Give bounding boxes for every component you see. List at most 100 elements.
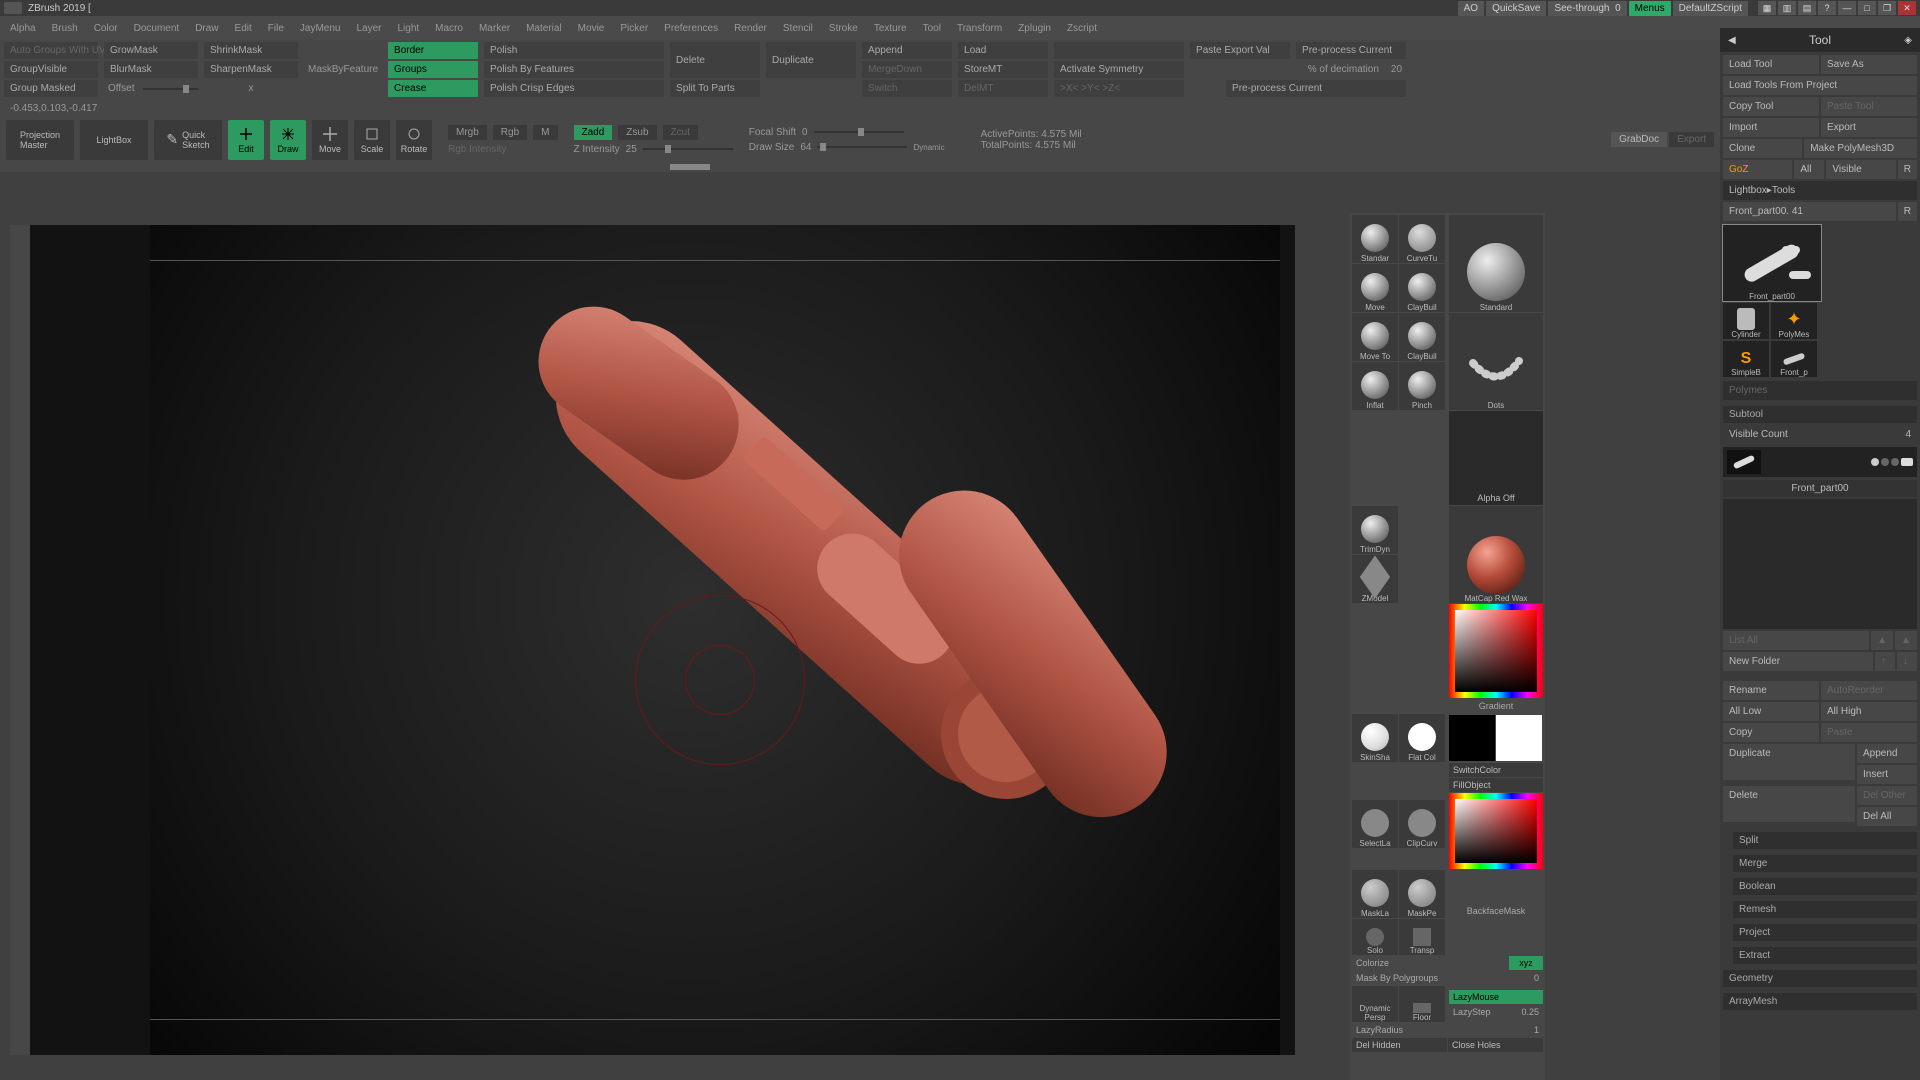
colorize-button[interactable]: Colorize bbox=[1352, 956, 1508, 970]
pastetool-button[interactable]: Paste Tool bbox=[1821, 97, 1917, 116]
project-section[interactable]: Project bbox=[1733, 924, 1917, 941]
growmask-button[interactable]: GrowMask bbox=[104, 42, 198, 59]
grabdoc-button[interactable]: GrabDoc bbox=[1611, 132, 1667, 147]
polish-button[interactable]: Polish bbox=[484, 42, 664, 59]
closeholes-button[interactable]: Close Holes bbox=[1448, 1038, 1543, 1052]
insert-button[interactable]: Insert bbox=[1857, 765, 1917, 784]
extract-section[interactable]: Extract bbox=[1733, 947, 1917, 964]
dynamic-button[interactable]: DynamicPersp bbox=[1352, 986, 1398, 1022]
sharpenmask-button[interactable]: SharpenMask bbox=[204, 61, 298, 78]
layout-icon[interactable]: ▦ bbox=[1758, 1, 1776, 15]
layout3-icon[interactable]: ▤ bbox=[1798, 1, 1816, 15]
brush-maskpen[interactable]: MaskPe bbox=[1399, 870, 1445, 918]
menu-brush[interactable]: Brush bbox=[52, 23, 78, 34]
menu-marker[interactable]: Marker bbox=[479, 23, 510, 34]
sym-xyz[interactable]: >X< >Y< >Z< bbox=[1054, 80, 1184, 97]
eye-icon[interactable] bbox=[1901, 458, 1913, 466]
m-button[interactable]: M bbox=[533, 125, 557, 140]
rgb-button[interactable]: Rgb bbox=[493, 125, 527, 140]
solo-button[interactable]: Solo bbox=[1352, 919, 1398, 955]
paintbrush-icon[interactable] bbox=[1871, 458, 1879, 466]
transp-button[interactable]: Transp bbox=[1399, 919, 1445, 955]
delete-button[interactable]: Delete bbox=[670, 42, 760, 78]
menu-preferences[interactable]: Preferences bbox=[664, 23, 718, 34]
menu-edit[interactable]: Edit bbox=[235, 23, 252, 34]
lazymouse-button[interactable]: LazyMouse bbox=[1449, 990, 1543, 1004]
zsub-button[interactable]: Zsub bbox=[618, 125, 656, 140]
mrgb-button[interactable]: Mrgb bbox=[448, 125, 487, 140]
xyz-button[interactable]: xyz bbox=[1509, 956, 1543, 970]
brush-claybuildup[interactable]: ClayBuil bbox=[1399, 264, 1445, 312]
tool-thumb-simplebrush[interactable]: SSimpleB bbox=[1723, 341, 1769, 377]
brush-move[interactable]: Move bbox=[1352, 264, 1398, 312]
newfolder-button[interactable]: New Folder bbox=[1723, 652, 1873, 671]
preprocess2-button[interactable]: Pre-process Current bbox=[1226, 80, 1406, 97]
load-button[interactable]: Load bbox=[958, 42, 1048, 59]
brush-standard[interactable]: Standar bbox=[1352, 215, 1398, 263]
goz-all-button[interactable]: All bbox=[1794, 160, 1824, 179]
gradient-button[interactable]: Gradient bbox=[1449, 699, 1543, 713]
menu-light[interactable]: Light bbox=[397, 23, 419, 34]
append-sub-button[interactable]: Append bbox=[1857, 744, 1917, 763]
viewport[interactable] bbox=[150, 225, 1280, 1055]
fillobject-button[interactable]: FillObject bbox=[1449, 778, 1543, 792]
boolean-section[interactable]: Boolean bbox=[1733, 878, 1917, 895]
splittoparts-button[interactable]: Split To Parts bbox=[670, 80, 760, 97]
restore-icon[interactable]: ❐ bbox=[1878, 1, 1896, 15]
maximize-icon[interactable]: □ bbox=[1858, 1, 1876, 15]
menu-render[interactable]: Render bbox=[734, 23, 767, 34]
menu-tool[interactable]: Tool bbox=[923, 23, 941, 34]
mat-flatcolor[interactable]: Flat Col bbox=[1399, 714, 1445, 762]
vis2-icon[interactable] bbox=[1891, 458, 1899, 466]
makepolymesh-button[interactable]: Make PolyMesh3D bbox=[1804, 139, 1917, 158]
import-button[interactable]: Import bbox=[1723, 118, 1819, 137]
menu-layer[interactable]: Layer bbox=[356, 23, 381, 34]
menu-macro[interactable]: Macro bbox=[435, 23, 463, 34]
border-button[interactable]: Border bbox=[388, 42, 478, 59]
activatesymmetry-button[interactable]: Activate Symmetry bbox=[1054, 61, 1184, 78]
polishbyfeatures-button[interactable]: Polish By Features bbox=[484, 61, 664, 78]
brush-curvetube[interactable]: CurveTu bbox=[1399, 215, 1445, 263]
groups-button[interactable]: Groups bbox=[388, 61, 478, 78]
brush-inflat[interactable]: Inflat bbox=[1352, 362, 1398, 410]
goz-r-button[interactable]: R bbox=[1898, 160, 1917, 179]
export-doc-button[interactable]: Export bbox=[1669, 132, 1714, 147]
color-picker-secondary[interactable] bbox=[1449, 793, 1543, 869]
clone-button[interactable]: Clone bbox=[1723, 139, 1802, 158]
close-icon[interactable]: ✕ bbox=[1898, 1, 1916, 15]
toolname-field[interactable]: Front_part00. 41 bbox=[1723, 202, 1896, 221]
move-mode-button[interactable]: Move bbox=[312, 120, 348, 160]
drawsize-slider[interactable] bbox=[817, 146, 907, 148]
tool-thumb-cylinder[interactable]: Cylinder bbox=[1723, 303, 1769, 339]
split-section[interactable]: Split bbox=[1733, 832, 1917, 849]
scale-mode-button[interactable]: Scale bbox=[354, 120, 390, 160]
layout2-icon[interactable]: ▥ bbox=[1778, 1, 1796, 15]
arrow-down-icon[interactable]: ↓ bbox=[1897, 652, 1917, 671]
brush-claybuildup2[interactable]: ClayBuil bbox=[1399, 313, 1445, 361]
brush-movetopo[interactable]: Move To bbox=[1352, 313, 1398, 361]
delmt-button[interactable]: DelMT bbox=[958, 80, 1048, 97]
current-brush[interactable]: Standard bbox=[1449, 215, 1543, 312]
goz-button[interactable]: GoZ bbox=[1723, 160, 1792, 179]
zcut-button[interactable]: Zcut bbox=[663, 125, 698, 140]
quicksave-button[interactable]: QuickSave bbox=[1486, 1, 1546, 16]
menu-transform[interactable]: Transform bbox=[957, 23, 1002, 34]
menu-zscript[interactable]: Zscript bbox=[1067, 23, 1097, 34]
menu-stencil[interactable]: Stencil bbox=[783, 23, 813, 34]
rename-button[interactable]: Rename bbox=[1723, 681, 1819, 700]
arrow-up-icon[interactable]: ↑ bbox=[1875, 652, 1895, 671]
mergedown-button[interactable]: MergeDown bbox=[862, 61, 952, 78]
horizontal-scroll[interactable] bbox=[0, 162, 1920, 172]
delother-button[interactable]: Del Other bbox=[1857, 786, 1917, 805]
loadfromproject-button[interactable]: Load Tools From Project bbox=[1723, 76, 1917, 95]
draw-mode-button[interactable]: Draw bbox=[270, 120, 306, 160]
menu-color[interactable]: Color bbox=[94, 23, 118, 34]
tool-palette-header[interactable]: ◀Tool◈ bbox=[1720, 28, 1920, 52]
tool-thumb-active[interactable]: Front_part00 bbox=[1723, 225, 1821, 301]
up-icon[interactable]: ▲ bbox=[1871, 631, 1893, 650]
copytool-button[interactable]: Copy Tool bbox=[1723, 97, 1819, 116]
menu-movie[interactable]: Movie bbox=[578, 23, 605, 34]
minimize-icon[interactable]: — bbox=[1838, 1, 1856, 15]
vis-icon[interactable] bbox=[1881, 458, 1889, 466]
tool-thumb-frontp[interactable]: Front_p bbox=[1771, 341, 1817, 377]
